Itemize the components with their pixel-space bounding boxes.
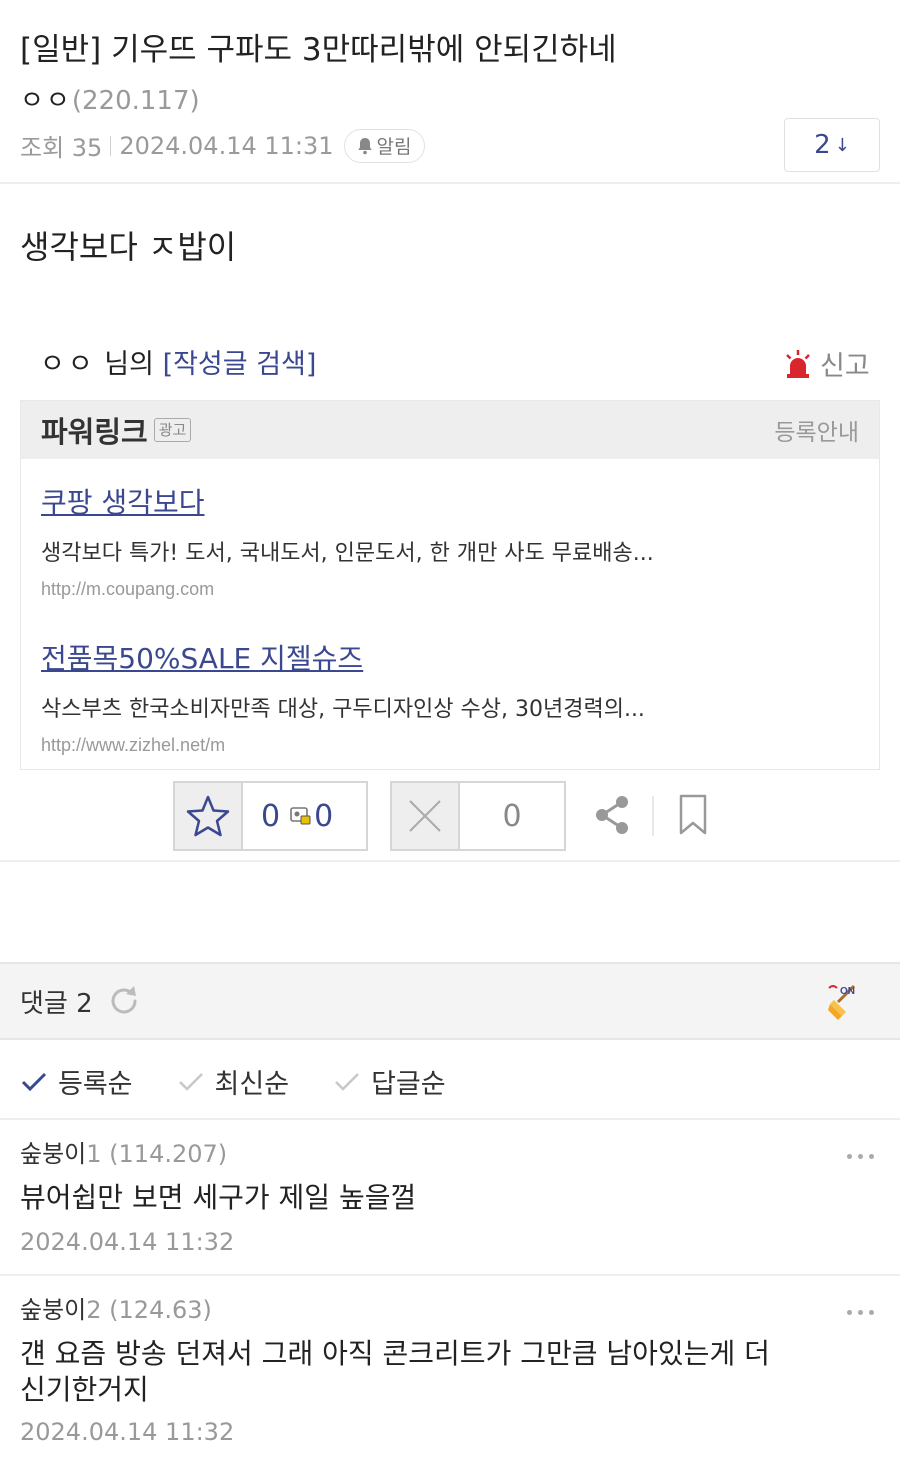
check-icon: [335, 1072, 359, 1091]
action-divider: [652, 796, 654, 836]
post-title: [일반] 기우뜨 구파도 3만따리밖에 안되긴하네: [20, 32, 617, 68]
sort-tab-registered[interactable]: 등록순: [20, 1062, 133, 1101]
comment-ip: (124.63): [101, 1296, 212, 1324]
writer-search-link[interactable]: [작성글 검색]: [163, 349, 317, 380]
ad-badge: 광고: [153, 418, 192, 442]
recommend-button[interactable]: [175, 783, 243, 849]
meta-divider: [110, 135, 112, 156]
ad-description: 생각보다 특가! 도서, 국내도서, 인문도서, 한 개만 사도 무료배송...: [41, 541, 654, 566]
recommend-count: 0: [261, 798, 281, 834]
comment-date: 2024.04.14 11:32: [20, 1228, 235, 1256]
alarm-button[interactable]: 알림: [343, 128, 425, 163]
comment-text: 걘 요즘 방송 던져서 그래 아직 콘크리트가 그만큼 남아있는게 더 신기한거…: [20, 1337, 770, 1406]
sort-tab-label: 답글순: [371, 1069, 446, 1100]
alarm-label: 알림: [376, 136, 412, 158]
comment-author[interactable]: 숲붕이2 (124.63): [20, 1290, 212, 1325]
ad-title[interactable]: 전품목50%SALE 지젤슈즈: [41, 637, 645, 677]
not-recommend-count: 0: [502, 798, 522, 834]
ad-description: 삭스부츠 한국소비자만족 대상, 구두디자인상 수상, 30년경력의...: [41, 697, 645, 722]
bell-icon: [357, 137, 372, 154]
jump-to-comments-button[interactable]: 2 ↓: [784, 118, 880, 172]
broom-on-icon[interactable]: ON: [826, 982, 862, 1026]
post-header: [일반] 기우뜨 구파도 3만따리밖에 안되긴하네 ㅇㅇ(220.117) 조회…: [0, 0, 900, 184]
comment-date: 2024.04.14 11:32: [20, 1418, 235, 1446]
sort-tab-label: 등록순: [58, 1069, 133, 1100]
comment-nick-number: 1: [86, 1140, 102, 1168]
report-label: 신고: [820, 351, 870, 382]
post-body: 생각보다 ㅈ밥이: [20, 228, 237, 266]
comment-item: 숲붕이2 (124.63) 걘 요즘 방송 던져서 그래 아직 콘크리트가 그만…: [0, 1274, 900, 1466]
ad-url: http://www.zizhel.net/m: [41, 735, 226, 755]
author-line: ㅇㅇ(220.117): [20, 80, 200, 117]
comment-bar: 댓글 2 ON: [0, 962, 900, 1040]
report-button[interactable]: 신고: [784, 344, 870, 383]
comment-count-label: 댓글 2: [20, 988, 93, 1019]
recommend-counts: 0 0: [243, 783, 333, 849]
x-icon: [409, 800, 441, 832]
fixed-recommend-count: 0: [314, 798, 334, 834]
powerlink-title: 파워링크: [41, 415, 148, 449]
check-icon: [21, 1072, 47, 1091]
comment-text: 뷰어쉽만 보면 세구가 제일 높을껄: [20, 1181, 417, 1214]
comment-item: 숲붕이1 (114.207) 뷰어쉽만 보면 세구가 제일 높을껄 2024.0…: [0, 1118, 900, 1274]
ad-title[interactable]: 쿠팡 생각보다: [41, 481, 654, 521]
comment-nick: 숲붕이: [20, 1140, 87, 1168]
comment-sort-tabs: 등록순 최신순 답글순: [20, 1062, 490, 1101]
post-meta: 조회 35 2024.04.14 11:31 알림: [20, 128, 425, 163]
ad-register-link[interactable]: 등록안내: [774, 413, 859, 447]
fixed-user-icon: [290, 806, 312, 826]
more-options-icon[interactable]: [841, 1310, 874, 1315]
arrow-down-icon: ↓: [834, 134, 850, 156]
writer-search: ㅇㅇ 님의 [작성글 검색]: [40, 342, 316, 381]
star-icon: [186, 795, 230, 837]
comment-nick-number: 2: [86, 1296, 102, 1324]
not-recommend-button[interactable]: [392, 783, 460, 849]
not-recommend-box: 0: [390, 781, 566, 851]
powerlink-header: 파워링크 광고 등록안내: [21, 401, 879, 459]
section-divider: [0, 860, 900, 862]
view-count: 조회 35: [20, 134, 103, 162]
comment-author[interactable]: 숲붕이1 (114.207): [20, 1134, 227, 1169]
ad-item[interactable]: 쿠팡 생각보다 생각보다 특가! 도서, 국내도서, 인문도서, 한 개만 사도…: [41, 481, 654, 600]
writer-suffix: 님의: [104, 349, 154, 380]
author-name[interactable]: ㅇㅇ: [20, 86, 72, 116]
sort-tab-label: 최신순: [214, 1069, 290, 1100]
sort-tab-replies[interactable]: 답글순: [333, 1062, 446, 1101]
refresh-icon[interactable]: [107, 984, 141, 1018]
check-icon: [178, 1072, 203, 1091]
svg-text:ON: ON: [840, 986, 855, 997]
writer-name: ㅇㅇ: [40, 349, 96, 380]
more-options-icon[interactable]: [841, 1154, 874, 1159]
powerlink-ad-box: 파워링크 광고 등록안내 쿠팡 생각보다 생각보다 특가! 도서, 국내도서, …: [20, 400, 880, 770]
post-datetime: 2024.04.14 11:31: [119, 131, 334, 160]
siren-icon: [786, 349, 810, 378]
share-icon[interactable]: [592, 793, 632, 837]
ad-url: http://m.coupang.com: [41, 579, 215, 599]
comment-nick: 숲붕이: [20, 1296, 87, 1324]
comment-ip: (114.207): [101, 1140, 228, 1168]
comment-count: 2: [814, 130, 831, 160]
ad-item[interactable]: 전품목50%SALE 지젤슈즈 삭스부츠 한국소비자만족 대상, 구두디자인상 …: [41, 637, 645, 756]
author-ip: (220.117): [71, 86, 200, 116]
bookmark-icon[interactable]: [678, 794, 708, 836]
recommend-box: 0 0: [173, 781, 368, 851]
sort-tab-latest[interactable]: 최신순: [177, 1062, 290, 1101]
